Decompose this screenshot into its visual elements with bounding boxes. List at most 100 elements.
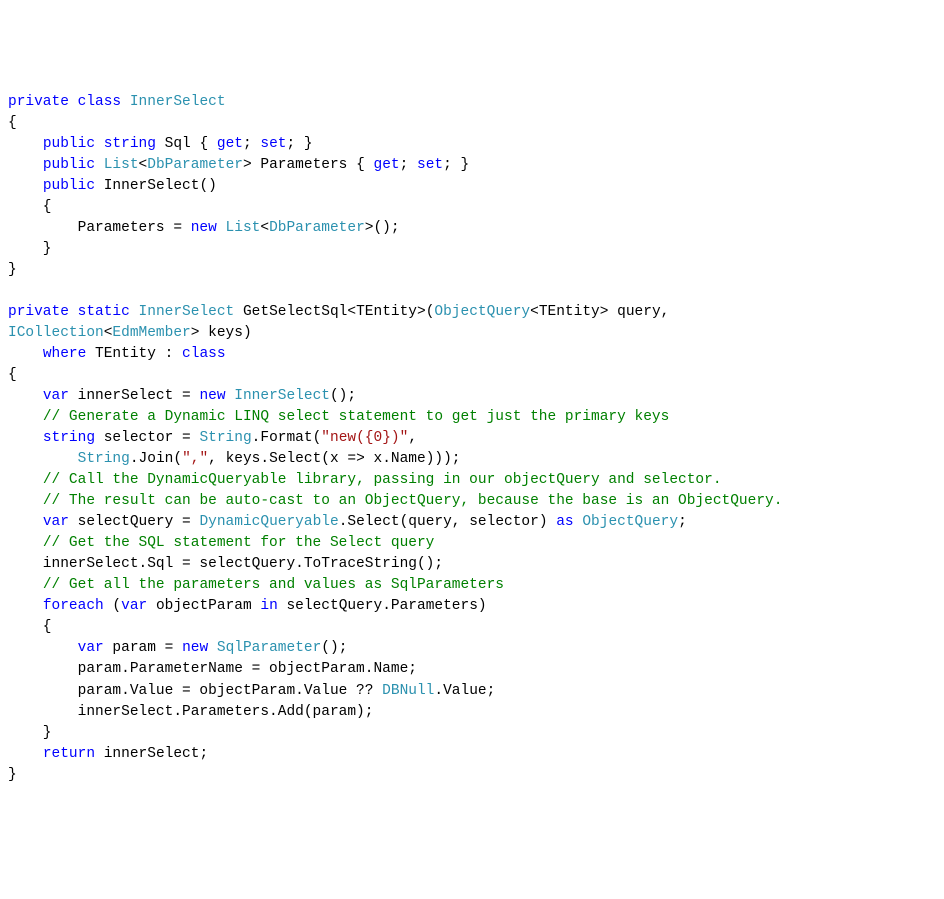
code-token	[8, 388, 43, 404]
code-token: > Parameters {	[243, 157, 374, 173]
code-token: where	[43, 346, 87, 362]
code-token: ();	[330, 388, 356, 404]
code-token	[208, 640, 217, 656]
code-token: SqlParameter	[217, 640, 321, 656]
code-token	[8, 346, 43, 362]
code-line: var innerSelect = new InnerSelect();	[8, 388, 356, 404]
code-token: String	[78, 451, 130, 467]
code-token	[8, 178, 43, 194]
code-token: , keys.Select(x => x.Name)));	[208, 451, 460, 467]
code-token: }	[8, 767, 17, 783]
code-token: public	[43, 178, 95, 194]
code-token: List	[226, 220, 261, 236]
code-line: private class InnerSelect	[8, 94, 226, 110]
code-token	[121, 94, 130, 110]
code-token: class	[182, 346, 226, 362]
code-token: >();	[365, 220, 400, 236]
code-line: {	[8, 199, 52, 215]
code-token: get	[374, 157, 400, 173]
code-token: ;	[243, 136, 260, 152]
code-token: <TEntity> query,	[530, 304, 669, 320]
code-token: DynamicQueryable	[199, 514, 338, 530]
code-line: var param = new SqlParameter();	[8, 640, 347, 656]
code-line: var selectQuery = DynamicQueryable.Selec…	[8, 514, 687, 530]
code-token: EdmMember	[112, 325, 190, 341]
code-token: public	[43, 157, 95, 173]
code-line: string selector = String.Format("new({0}…	[8, 430, 417, 446]
code-token: InnerSelect	[139, 304, 235, 320]
code-line: {	[8, 115, 17, 131]
code-token	[8, 746, 43, 762]
code-token: ICollection	[8, 325, 104, 341]
code-token	[8, 598, 43, 614]
code-token: // Call the DynamicQueryable library, pa…	[43, 472, 722, 488]
code-line: }	[8, 725, 52, 741]
code-token: innerSelect.Sql = selectQuery.ToTraceStr…	[8, 556, 443, 572]
code-line: // The result can be auto-cast to an Obj…	[8, 493, 782, 509]
code-token: InnerSelect()	[95, 178, 217, 194]
code-token: InnerSelect	[234, 388, 330, 404]
code-token	[217, 220, 226, 236]
code-token: var	[121, 598, 147, 614]
code-token: {	[8, 619, 52, 635]
code-token: TEntity :	[86, 346, 182, 362]
code-token: InnerSelect	[130, 94, 226, 110]
code-token: <	[139, 157, 148, 173]
code-token: var	[43, 514, 69, 530]
code-token	[130, 304, 139, 320]
code-token: ; }	[443, 157, 469, 173]
code-token: selector =	[95, 430, 199, 446]
code-token: List	[104, 157, 139, 173]
code-token: as	[556, 514, 573, 530]
code-line: }	[8, 262, 17, 278]
code-line: // Call the DynamicQueryable library, pa…	[8, 472, 722, 488]
code-token	[226, 388, 235, 404]
code-token: innerSelect;	[95, 746, 208, 762]
code-token	[69, 304, 78, 320]
code-token: ; }	[287, 136, 313, 152]
code-token: class	[78, 94, 122, 110]
code-token	[8, 409, 43, 425]
code-token: .Select(query, selector)	[339, 514, 557, 530]
code-line: public List<DbParameter> Parameters { ge…	[8, 157, 469, 173]
code-token: var	[43, 388, 69, 404]
code-token: Parameters =	[8, 220, 191, 236]
code-line: innerSelect.Sql = selectQuery.ToTraceStr…	[8, 556, 443, 572]
code-token	[8, 451, 78, 467]
code-line: public string Sql { get; set; }	[8, 136, 313, 152]
code-token: ();	[321, 640, 347, 656]
code-token: DbParameter	[269, 220, 365, 236]
code-line: param.ParameterName = objectParam.Name;	[8, 661, 417, 677]
code-token	[69, 94, 78, 110]
code-token	[8, 472, 43, 488]
code-token: (	[104, 598, 121, 614]
code-line: Parameters = new List<DbParameter>();	[8, 220, 400, 236]
code-token: .Value;	[434, 683, 495, 699]
code-token: // Get the SQL statement for the Select …	[43, 535, 435, 551]
code-token: DbParameter	[147, 157, 243, 173]
code-token: // Get all the parameters and values as …	[43, 577, 504, 593]
code-token: String	[199, 430, 251, 446]
code-token: ;	[400, 157, 417, 173]
code-token: <	[260, 220, 269, 236]
code-token: .Format(	[252, 430, 322, 446]
code-token: ","	[182, 451, 208, 467]
code-line: // Get the SQL statement for the Select …	[8, 535, 434, 551]
code-token: param.ParameterName = objectParam.Name;	[8, 661, 417, 677]
code-line: where TEntity : class	[8, 346, 226, 362]
code-line: param.Value = objectParam.Value ?? DBNul…	[8, 683, 495, 699]
code-line: {	[8, 619, 52, 635]
code-token: param =	[104, 640, 182, 656]
code-token: {	[8, 199, 52, 215]
code-token: string	[43, 430, 95, 446]
code-token: new	[191, 220, 217, 236]
code-token: selectQuery.Parameters)	[278, 598, 487, 614]
code-token: // Generate a Dynamic LINQ select statem…	[43, 409, 670, 425]
code-token: var	[78, 640, 104, 656]
code-token: DBNull	[382, 683, 434, 699]
code-token: Sql {	[156, 136, 217, 152]
code-token: set	[417, 157, 443, 173]
code-token: // The result can be auto-cast to an Obj…	[43, 493, 783, 509]
code-block: private class InnerSelect { public strin…	[8, 92, 936, 786]
code-token: in	[260, 598, 277, 614]
